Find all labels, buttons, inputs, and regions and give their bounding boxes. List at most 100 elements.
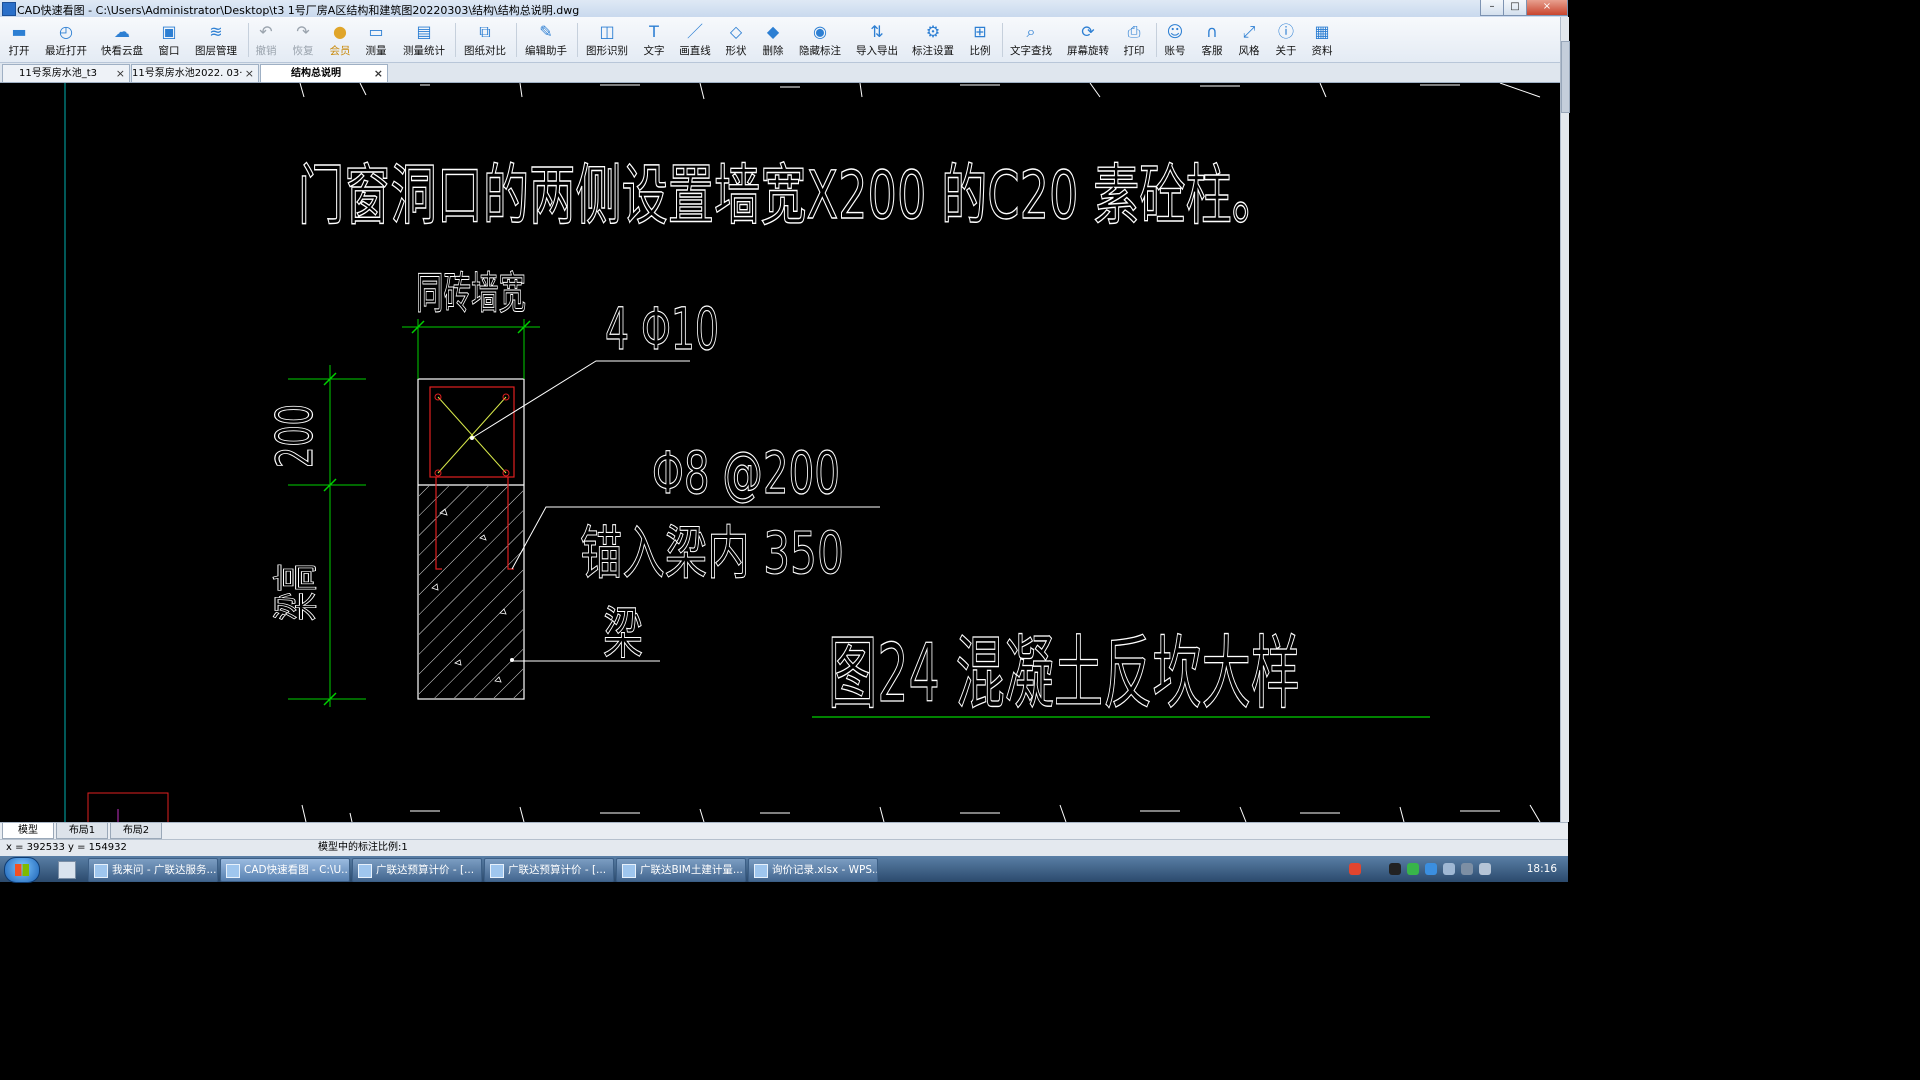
tray-app-icon[interactable] [1349, 863, 1361, 875]
vertical-scrollbar[interactable] [1560, 17, 1570, 822]
toolbar-shape-recognition-button[interactable]: ◫ 图形识别 [583, 20, 631, 60]
tray-security-icon[interactable] [1425, 863, 1437, 875]
toolbar-recent-button[interactable]: ◴ 最近打开 [42, 20, 90, 60]
tray-wechat-icon[interactable] [1407, 863, 1419, 875]
layout-tab-layout2[interactable]: 布局2 [110, 823, 162, 839]
toolbar-open-button[interactable]: ▬ 打开 [4, 20, 34, 60]
viewport-marker [87, 792, 169, 822]
undo-icon: ↶ [259, 22, 273, 41]
cloud-icon: ☁ [114, 22, 130, 41]
maximize-button[interactable]: □ [1503, 0, 1527, 16]
toolbar-separator [1156, 23, 1157, 57]
toolbar-layers-button[interactable]: ≋ 图层管理 [192, 20, 240, 60]
documents-icon: ▦ [1314, 22, 1330, 41]
taskbar-item-budget-1[interactable]: 广联达预算计价 - [... [352, 858, 482, 882]
clock-icon: ◴ [59, 22, 73, 41]
main-toolbar: ▬ 打开 ◴ 最近打开 ☁ 快看云盘 ▣ 窗口 ≋ 图层管理 ↶ 撤销 ↷ 恢复 ● 会员 ▭ 测… [0, 17, 1560, 63]
toolbar-separator [455, 23, 456, 57]
import-export-icon: ⇅ [870, 22, 884, 41]
app-icon [94, 864, 108, 878]
info-icon: ⓘ [1277, 22, 1294, 41]
toolbar-separator [577, 23, 578, 57]
label-beam-height: 梁高 [269, 563, 323, 621]
partial-text-strokes-bottom [301, 804, 1541, 822]
toolbar-cloud-button[interactable]: ☁ 快看云盘 [98, 20, 146, 60]
tray-qq-icon[interactable] [1389, 863, 1401, 875]
eraser-icon: ◆ [766, 22, 780, 41]
taskbar-item-bim[interactable]: 广联达BIM土建计量... [616, 858, 746, 882]
windows-logo-icon [15, 864, 29, 876]
label-anchor: 锚入梁内 350 [580, 519, 844, 587]
toolbar-edit-assistant-button[interactable]: ✎ 编辑助手 [522, 20, 570, 60]
drawing-canvas[interactable]: 门窗洞口的两侧设置墙宽X200 的C20 素砼柱。 同砖墙宽 200 梁高 4 … [0, 83, 1560, 822]
toolbar-style-button[interactable]: ⤢ 风格 [1235, 20, 1263, 60]
toolbar-print-button[interactable]: ⎙ 打印 [1120, 20, 1148, 60]
layers-icon: ≋ [209, 22, 223, 41]
line-icon: ／ [686, 22, 703, 41]
layout-tab-model[interactable]: 模型 [2, 823, 54, 839]
taskbar-item-cad[interactable]: CAD快速看图 - C:\U... [220, 858, 350, 882]
measure-stats-icon: ▤ [416, 22, 432, 41]
taskbar-item-budget-2[interactable]: 广联达预算计价 - [... [484, 858, 614, 882]
annotation-scale: 模型中的标注比例:1 [318, 842, 408, 853]
title-bar: CAD快速看图 - C:\Users\Administrator\Desktop… [0, 0, 1568, 18]
close-button[interactable]: × [1526, 0, 1568, 16]
tab-close-icon[interactable]: × [245, 65, 254, 82]
app-icon [2, 2, 16, 16]
label-dim-200: 200 [266, 404, 324, 468]
toolbar-import-export-button[interactable]: ⇅ 导入导出 [853, 20, 901, 60]
tray-volume-icon[interactable] [1443, 863, 1455, 875]
tray-network-icon[interactable] [1461, 863, 1473, 875]
toolbar-documents-button[interactable]: ▦ 资料 [1308, 20, 1336, 60]
toolbar-text-button[interactable]: T 文字 [640, 20, 668, 60]
toolbar-separator [1002, 23, 1003, 57]
toolbar-support-button[interactable]: ∩ 客服 [1198, 20, 1226, 60]
vip-icon: ● [333, 22, 347, 41]
toolbar-measure-stats-button[interactable]: ▤ 测量统计 [400, 20, 448, 60]
toolbar-line-button[interactable]: ／画直线 [676, 20, 714, 60]
toolbar-shape-button[interactable]: ◇ 形状 [722, 20, 750, 60]
system-tray: 18:16 [1345, 858, 1565, 880]
scale-icon: ⊞ [973, 22, 987, 41]
toolbar-compare-button[interactable]: ⧉ 图纸对比 [461, 20, 509, 60]
tab-close-icon[interactable]: × [116, 65, 125, 82]
toolbar-scale-button[interactable]: ⊞ 比例 [966, 20, 994, 60]
toolbar-vip-button[interactable]: ● 会员 [326, 20, 354, 60]
toolbar-about-button[interactable]: ⓘ 关于 [1272, 20, 1300, 60]
tab-pump-house-t3[interactable]: 11号泵房水池_t3 × [2, 64, 130, 82]
toolbar-annotation-settings-button[interactable]: ⚙ 标注设置 [909, 20, 957, 60]
label-stirrup: Φ8 @200 [652, 439, 840, 507]
quick-launch-icon[interactable] [58, 861, 76, 879]
toolbar-measure-button[interactable]: ▭ 测量 [362, 20, 390, 60]
toolbar-hide-annotation-button[interactable]: ◉ 隐藏标注 [796, 20, 844, 60]
label-rebar-main: 4 Φ10 [605, 295, 719, 363]
edit-assistant-icon: ✎ [539, 22, 553, 41]
tray-battery-icon[interactable] [1479, 863, 1491, 875]
system-clock[interactable]: 18:16 [1527, 858, 1557, 880]
tab-close-icon[interactable]: × [374, 65, 383, 82]
rotate-screen-icon: ⟳ [1081, 22, 1095, 41]
tab-structure-notes[interactable]: 结构总说明 × [260, 64, 388, 82]
minimize-button[interactable]: – [1480, 0, 1504, 16]
toolbar-rotate-screen-button[interactable]: ⟳ 屏幕旋转 [1064, 20, 1112, 60]
toolbar-delete-button[interactable]: ◆ 删除 [759, 20, 787, 60]
start-button[interactable] [4, 857, 40, 883]
hide-annotation-icon: ◉ [813, 22, 827, 41]
layout-tab-layout1[interactable]: 布局1 [56, 823, 108, 839]
tab-pump-house-2022[interactable]: 11号泵房水池2022. 03··· × [131, 64, 259, 82]
figure-title: 图24 混凝土反坎大样 [828, 627, 1300, 720]
window-icon: ▣ [161, 22, 177, 41]
toolbar-account-button[interactable]: ☺ 账号 [1161, 20, 1189, 60]
toolbar-redo-button[interactable]: ↷ 恢复 [289, 20, 317, 60]
note-text-line: 门窗洞口的两侧设置墙宽X200 的C20 素砼柱。 [298, 157, 1278, 234]
shape-icon: ◇ [729, 22, 743, 41]
toolbar-window-button[interactable]: ▣ 窗口 [154, 20, 184, 60]
toolbar-undo-button[interactable]: ↶ 撤销 [252, 20, 280, 60]
taskbar-item-wps[interactable]: 询价记录.xlsx - WPS... [748, 858, 878, 882]
cad-drawing[interactable]: 门窗洞口的两侧设置墙宽X200 的C20 素砼柱。 同砖墙宽 200 梁高 4 … [0, 83, 1560, 822]
app-icon [754, 864, 768, 878]
toolbar-text-search-button[interactable]: ⌕ 文字查找 [1007, 20, 1055, 60]
scrollbar-thumb[interactable] [1561, 41, 1570, 113]
document-tab-bar: 11号泵房水池_t3 × 11号泵房水池2022. 03··· × 结构总说明 … [0, 63, 1560, 83]
taskbar-item-service[interactable]: 我来问 - 广联达服务... [88, 858, 218, 882]
